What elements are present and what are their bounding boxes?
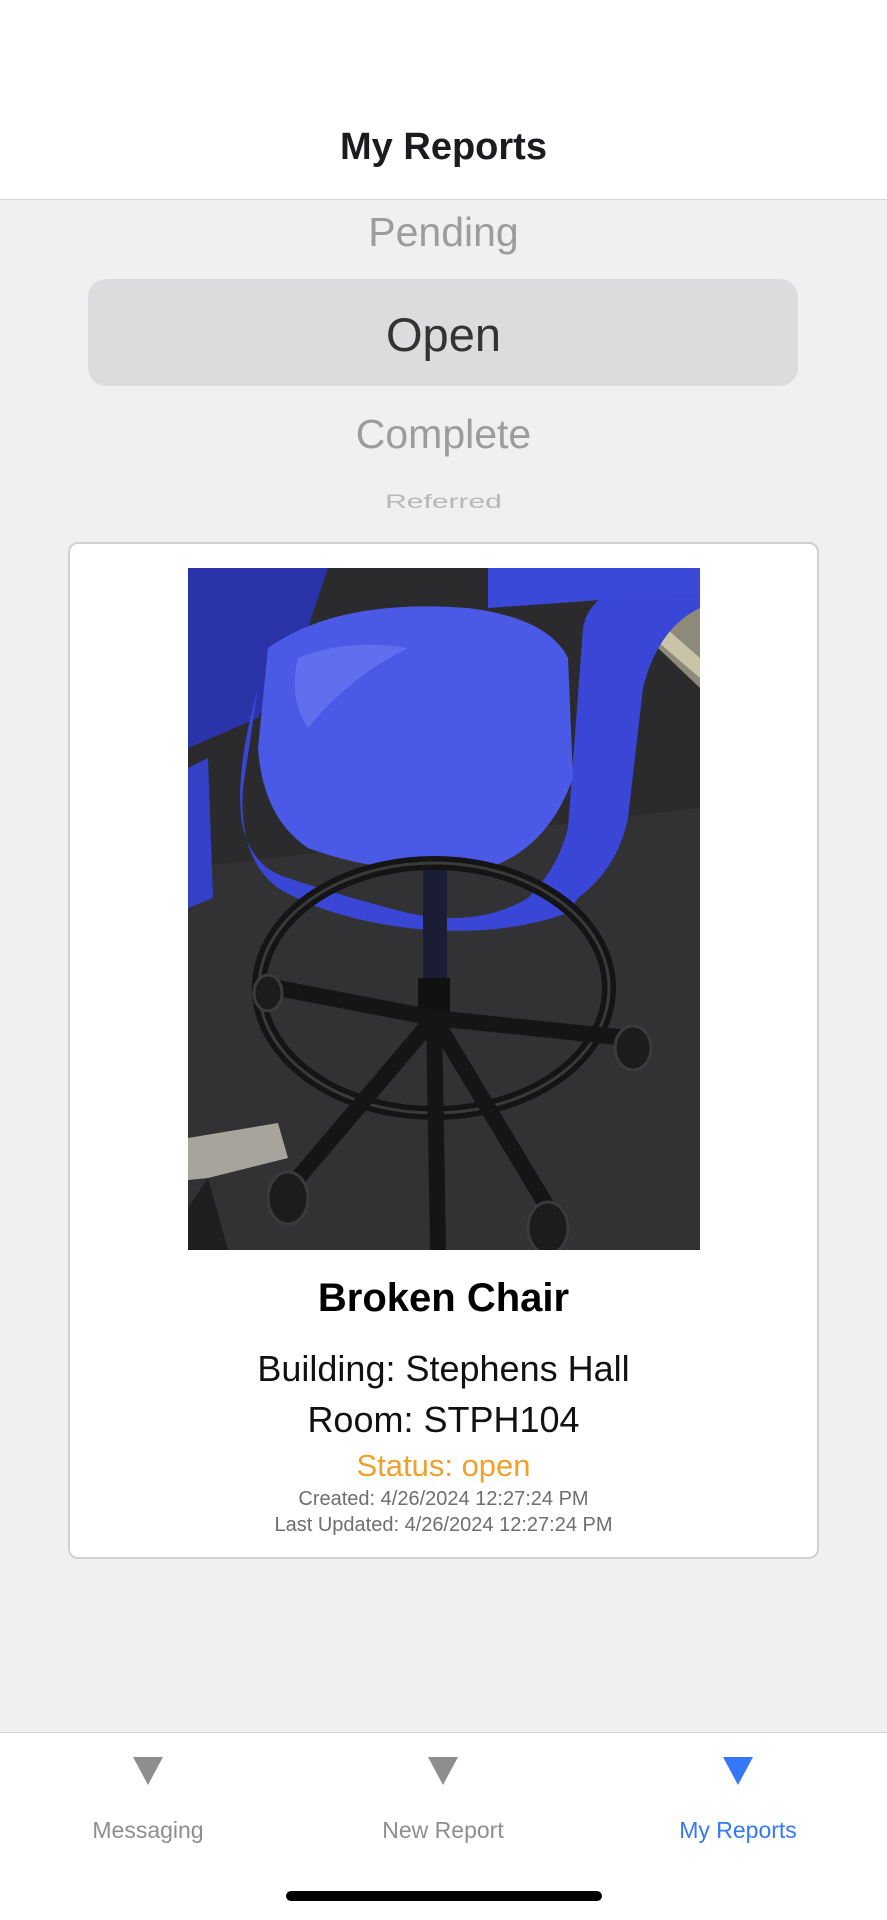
home-indicator[interactable] xyxy=(286,1891,602,1901)
tab-label-new-report: New Report xyxy=(382,1817,504,1843)
tab-label-my-reports: My Reports xyxy=(679,1817,797,1843)
triangle-down-icon xyxy=(428,1757,458,1785)
tab-label-messaging: Messaging xyxy=(92,1817,204,1843)
triangle-down-icon xyxy=(133,1757,163,1785)
picker-option-complete[interactable]: Complete xyxy=(0,411,887,458)
picker-option-open[interactable]: Open xyxy=(0,307,887,362)
report-photo xyxy=(188,568,700,1250)
picker-option-pending[interactable]: Pending xyxy=(0,209,887,256)
navigation-header: My Reports xyxy=(0,0,887,200)
tab-messaging[interactable]: Messaging xyxy=(0,1733,296,1853)
triangle-down-icon xyxy=(723,1757,753,1785)
picker-option-referred[interactable]: Referred xyxy=(0,491,887,513)
report-updated-date: Last Updated: 4/26/2024 12:27:24 PM xyxy=(274,1514,613,1536)
report-building: Building: Stephens Hall xyxy=(257,1348,630,1389)
report-created-date: Created: 4/26/2024 12:27:24 PM xyxy=(298,1488,589,1510)
tab-new-report[interactable]: New Report xyxy=(295,1733,591,1853)
status-picker[interactable]: Pending Open Complete Referred xyxy=(0,201,887,521)
report-status: Status: open xyxy=(356,1448,531,1483)
report-card[interactable]: Broken Chair Building: Stephens Hall Roo… xyxy=(68,542,819,1559)
page-title: My Reports xyxy=(340,126,547,168)
tab-my-reports[interactable]: My Reports xyxy=(590,1733,886,1853)
report-room: Room: STPH104 xyxy=(307,1399,580,1440)
report-title: Broken Chair xyxy=(317,1276,570,1320)
